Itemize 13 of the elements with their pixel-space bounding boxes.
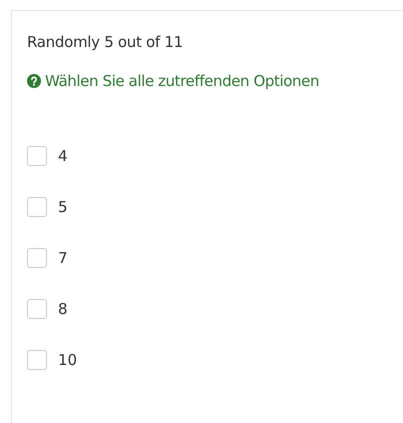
option-label: 5 xyxy=(58,198,68,216)
checkbox[interactable] xyxy=(27,197,47,217)
option-label: 10 xyxy=(58,351,78,369)
checkbox[interactable] xyxy=(27,248,47,268)
checkbox[interactable] xyxy=(27,146,47,166)
option-label: 8 xyxy=(58,300,68,318)
checkbox[interactable] xyxy=(27,299,47,319)
option-label: 4 xyxy=(58,147,68,165)
option-label: 7 xyxy=(58,249,68,267)
question-title: Randomly 5 out of 11 xyxy=(27,33,184,51)
hint-text: Wählen Sie alle zutreffenden Optionen xyxy=(45,72,320,90)
help-icon xyxy=(27,74,41,88)
checkbox[interactable] xyxy=(27,350,47,370)
